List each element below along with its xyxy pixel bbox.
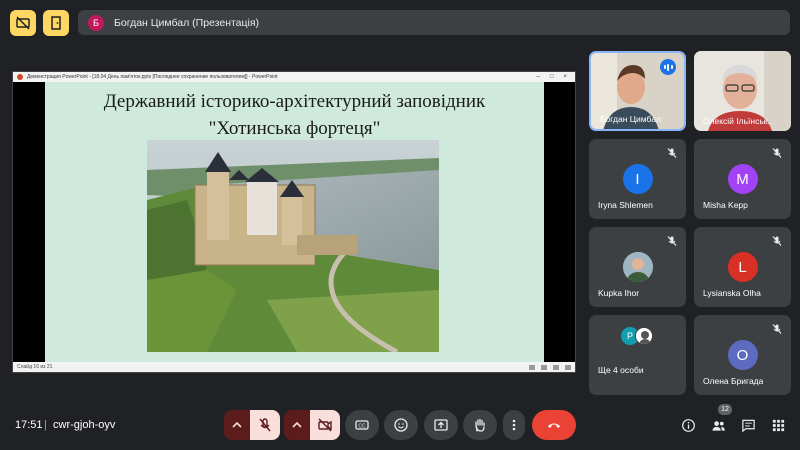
ppt-status-bar: Слайд 16 из 21	[13, 362, 575, 372]
presenter-banner-text: Богдан Цимбал (Презентація)	[114, 16, 260, 29]
speaking-indicator	[660, 59, 676, 75]
participant-tile-iryna[interactable]: I Iryna Shlemen	[589, 139, 686, 219]
participant-name: Misha Kepp	[703, 200, 748, 210]
clock: 17:51	[15, 419, 43, 431]
leave-call-button[interactable]	[532, 410, 576, 440]
ppt-title-bar: Демонстрация PowerPoint - [18.04 День па…	[13, 72, 575, 82]
participant-name: Олексій Ільїнськ...	[703, 116, 775, 126]
present-screen-icon	[434, 419, 448, 431]
mic-off-icon	[259, 418, 271, 432]
apps-grid-icon	[772, 419, 784, 431]
participant-tile-bohdan[interactable]: Богдан Цимбал	[589, 51, 686, 131]
emoji-icon	[394, 418, 408, 432]
svg-text:CC: CC	[358, 423, 366, 429]
fortress-photo	[147, 140, 439, 352]
mic-toggle-button[interactable]	[250, 410, 280, 440]
more-participants-label: Ще 4 особи	[598, 365, 644, 375]
present-off-icon	[16, 16, 30, 30]
chevron-up-icon	[232, 421, 242, 428]
separator: |	[44, 419, 47, 431]
participant-name: Lysianska Olha	[703, 288, 761, 298]
chat-icon	[741, 419, 755, 432]
slide-title-line1: Державний історико-архітектурний заповід…	[103, 91, 486, 112]
mic-off-icon	[772, 148, 782, 158]
hand-icon	[475, 418, 485, 432]
camera-off-icon	[318, 418, 332, 432]
participant-tile-lysianska[interactable]: L Lysianska Olha	[694, 227, 791, 307]
avatar-photo	[635, 327, 653, 345]
window-controls: – □ ×	[537, 74, 567, 80]
meeting-code: cwr-gjoh-oyv	[53, 419, 116, 431]
maximize-icon: □	[549, 74, 554, 80]
more-options-button[interactable]	[503, 410, 525, 440]
view-icons	[529, 364, 571, 370]
meeting-details-button[interactable]	[679, 416, 697, 434]
present-button[interactable]	[424, 410, 458, 440]
participant-tile-misha[interactable]: M Misha Kepp	[694, 139, 791, 219]
chevron-up-icon	[292, 421, 302, 428]
audio-options-button[interactable]	[224, 410, 250, 440]
participant-name: Олена Бригада	[703, 376, 764, 386]
slide: Державний історико-архітектурний заповід…	[45, 82, 544, 362]
participant-name: Iryna Shlemen	[598, 200, 653, 210]
avatar: I	[622, 164, 653, 194]
stop-presenting-button[interactable]	[10, 10, 36, 36]
close-icon: ×	[563, 74, 567, 80]
captions-button[interactable]: CC	[345, 410, 379, 440]
participant-tile-olena[interactable]: О Олена Бригада	[694, 315, 791, 395]
video-options-button[interactable]	[284, 410, 310, 440]
door-icon	[51, 16, 61, 30]
presenter-avatar: Б	[88, 14, 104, 31]
presenter-banner: Б Богдан Цимбал (Презентація)	[78, 10, 790, 35]
activities-button[interactable]	[769, 416, 787, 434]
minimize-icon: –	[536, 74, 540, 80]
layout-button[interactable]	[43, 10, 69, 36]
people-count-badge: 12	[718, 404, 732, 415]
ppt-window-title: Демонстрация PowerPoint - [18.04 День па…	[27, 74, 278, 80]
people-button[interactable]	[709, 416, 727, 434]
captions-icon: CC	[355, 420, 369, 430]
people-icon	[711, 420, 725, 431]
slide-title-line2: "Хотинська фортеця"	[208, 118, 381, 139]
more-participants-tile[interactable]: P Ще 4 особи	[589, 315, 686, 395]
reactions-button[interactable]	[384, 410, 418, 440]
info-icon	[681, 418, 695, 432]
mic-off-icon	[772, 324, 782, 334]
chat-button[interactable]	[739, 416, 757, 434]
mic-off-icon	[667, 148, 677, 158]
mic-off-icon	[772, 236, 782, 246]
participant-tile-oleksii[interactable]: Олексій Ільїнськ...	[694, 51, 791, 131]
powerpoint-icon	[17, 74, 23, 80]
slide-counter: Слайд 16 из 21	[17, 364, 53, 370]
avatar: О	[727, 340, 758, 370]
participant-name: Богдан Цимбал	[600, 114, 661, 124]
more-vert-icon	[512, 419, 516, 431]
meet-window: Б Богдан Цимбал (Презентація) Демонстрац…	[0, 0, 800, 450]
hang-up-icon	[548, 423, 560, 428]
mic-off-icon	[667, 236, 677, 246]
avatar: M	[727, 164, 758, 194]
participant-tile-kupka[interactable]: Kupka Ihor	[589, 227, 686, 307]
shared-screen: Демонстрация PowerPoint - [18.04 День па…	[12, 71, 576, 373]
avatar-photo	[622, 252, 653, 282]
avatar: L	[727, 252, 758, 282]
participant-name: Kupka Ihor	[598, 288, 640, 298]
raise-hand-button[interactable]	[463, 410, 497, 440]
camera-toggle-button[interactable]	[310, 410, 340, 440]
